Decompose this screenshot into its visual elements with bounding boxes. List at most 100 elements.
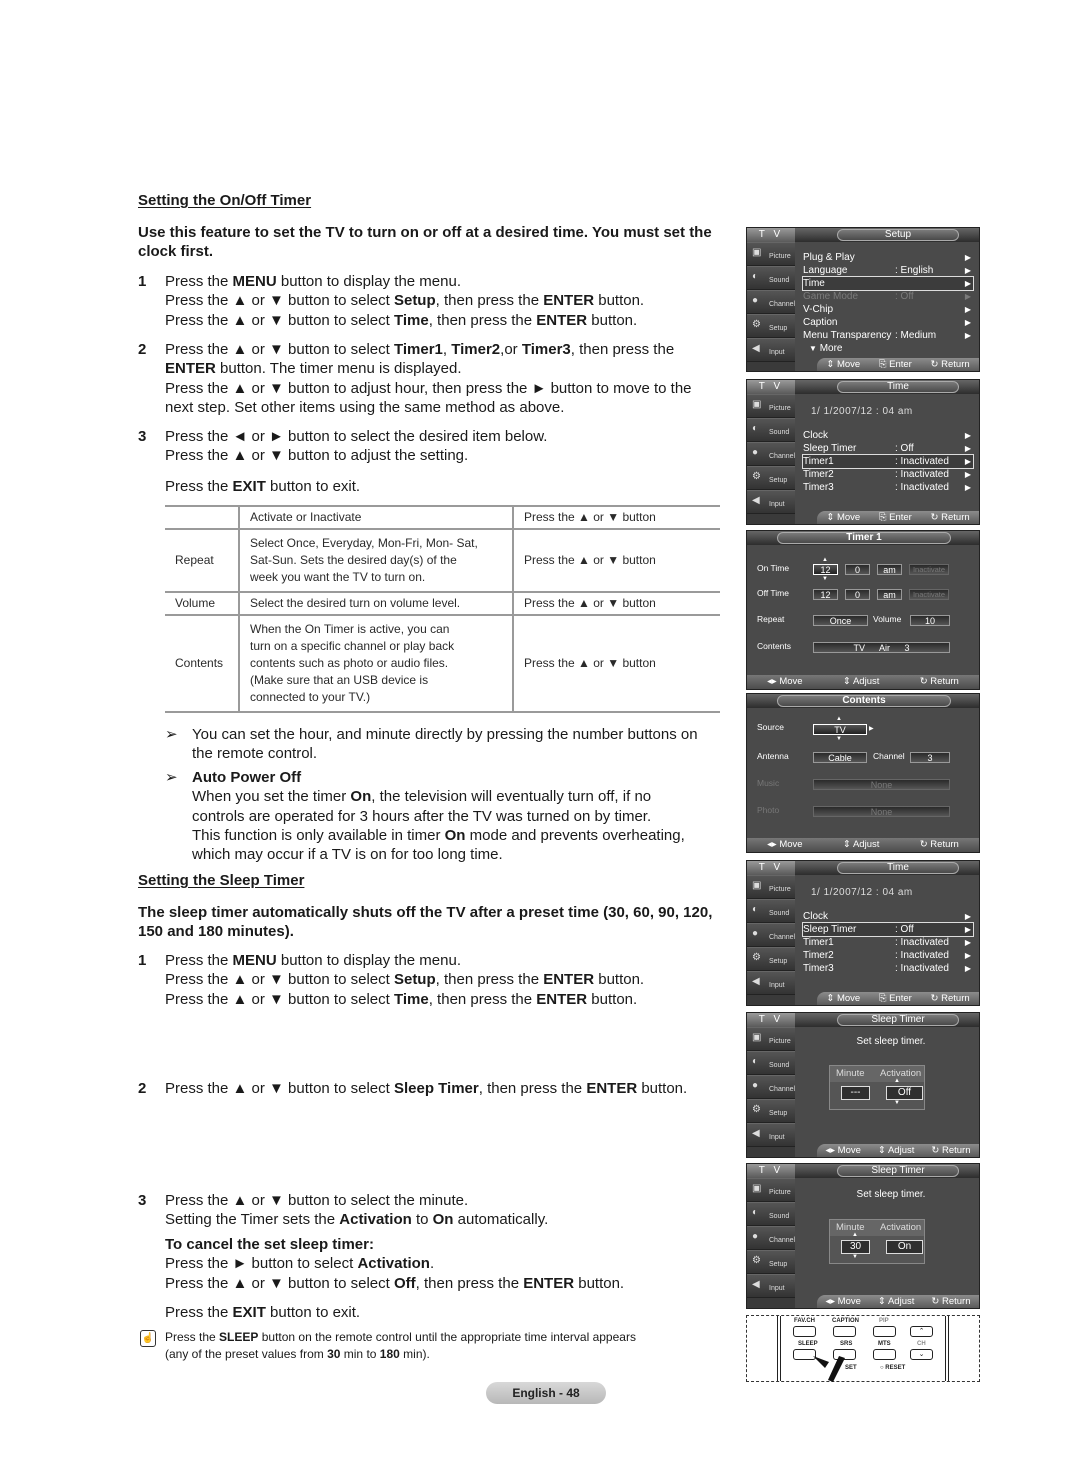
sidebar-item-picture[interactable]: ▣ Picture [747,1027,795,1051]
sidebar-item-sound[interactable]: ◐ Sound [747,266,795,290]
menu-item-clock[interactable]: Clock ▶ [803,429,973,442]
volume-field[interactable]: 10 [910,615,950,626]
off-time-hour[interactable]: 12 [813,589,838,600]
music-field[interactable]: None [813,779,950,790]
leftright-icon: ◂▸ [825,1145,838,1156]
footer-hint-move[interactable]: ⇕ Move [826,511,860,524]
menu-item-sleep-timer[interactable]: Sleep Timer: Off ▶ [802,922,974,937]
chevron-right-icon: ▶ [964,444,971,453]
sidebar-item-channel[interactable]: ● Channel [747,290,795,314]
minute-field[interactable]: --- [841,1086,870,1100]
footer-hint-return[interactable]: ↻ Return [920,838,959,852]
sidebar-label: Setup [769,477,788,484]
sidebar-label: Channel [769,1237,796,1244]
on-time-activation[interactable]: Inactivate [909,564,949,575]
off-time-ampm[interactable]: am [877,589,902,600]
sidebar-item-sound[interactable]: ◐ Sound [747,1051,795,1075]
sidebar-item-channel[interactable]: ● Channel [747,1075,795,1099]
footer-hint-move[interactable]: ⇕ Move [826,992,860,1005]
footer-hint-enter[interactable]: ⎘ Enter [879,511,912,524]
photo-field[interactable]: None [813,806,950,817]
footer-hint-return[interactable]: ↻ Return [931,1144,970,1157]
menu-item-clock[interactable]: Clock ▶ [803,910,973,923]
channel-field[interactable]: 3 [910,752,950,763]
sidebar-item-input[interactable]: ◀ Input [747,490,795,514]
footer-hint-return[interactable]: ↻ Return [931,1295,970,1308]
fav-ch-button[interactable] [793,1326,816,1337]
footer-hint-move[interactable]: ⇕ Move [826,358,860,371]
menu-item-v-chip[interactable]: V-Chip ▶ [803,303,973,316]
sidebar-item-input[interactable]: ◀ Input [747,1274,795,1298]
sidebar-item-input[interactable]: ◀ Input [747,971,795,995]
menu-item-time[interactable]: Time ▶ [802,276,974,291]
footer-hint-return[interactable]: ↻ Return [920,675,959,689]
footer-hint-return[interactable]: ↻ Return [931,358,970,371]
sidebar-item-setup[interactable]: ⚙ Setup [747,314,795,338]
sidebar-item-channel[interactable]: ● Channel [747,1226,795,1250]
menu-more[interactable]: ▼ More [809,342,843,355]
activation-field[interactable]: On [886,1240,923,1254]
menu-item-sleep-timer[interactable]: Sleep Timer: Off ▶ [803,442,973,455]
menu-item-timer2[interactable]: Timer2: Inactivated ▶ [803,468,973,481]
footer-hint-adjust[interactable]: ⇕ Adjust [843,675,879,689]
menu-item-timer1[interactable]: Timer1: Inactivated ▶ [803,936,973,949]
minute-field[interactable]: 30 [841,1240,870,1254]
footer-hint-enter[interactable]: ⎘ Enter [879,992,912,1005]
menu-item-timer2[interactable]: Timer2: Inactivated ▶ [803,949,973,962]
repeat-label: Repeat [757,614,785,624]
off-time-minute[interactable]: 0 [845,589,870,600]
sidebar-item-sound[interactable]: ◐ Sound [747,1202,795,1226]
sidebar-item-channel[interactable]: ● Channel [747,923,795,947]
footer-hint-return[interactable]: ↻ Return [931,992,970,1005]
antenna-field[interactable]: Cable [813,752,867,763]
osd-sidebar: ▣ Picture ◐ Sound ● Channel ⚙ Setup ◀ Input [747,242,795,371]
ch-down-button[interactable]: ⌄ [910,1349,933,1360]
footer-hint-adjust[interactable]: ⇕ Adjust [878,1295,914,1308]
ch-up-button[interactable]: ⌃ [910,1326,933,1337]
menu-item-plug-play[interactable]: Plug & Play ▶ [803,251,973,264]
contents-field[interactable]: TV Air 3 [813,642,950,653]
footer-hint-enter[interactable]: ⎘ Enter [879,358,912,371]
sidebar-item-picture[interactable]: ▣ Picture [747,242,795,266]
sidebar-item-setup[interactable]: ⚙ Setup [747,947,795,971]
footer-hint-adjust[interactable]: ⇕ Adjust [843,838,879,852]
menu-item-menu-transparency[interactable]: Menu Transparency: Medium ▶ [803,329,973,342]
menu-item-language[interactable]: Language: English ▶ [803,264,973,277]
repeat-field[interactable]: Once [813,615,868,626]
channel-icon: ● [752,928,759,939]
on-time-hour[interactable]: 12 [813,564,838,575]
menu-item-timer3[interactable]: Timer3: Inactivated ▶ [803,962,973,975]
sidebar-item-setup[interactable]: ⚙ Setup [747,1099,795,1123]
footer-hint-return[interactable]: ↻ Return [931,511,970,524]
menu-item-timer1[interactable]: Timer1: Inactivated ▶ [802,454,974,469]
sidebar-item-input[interactable]: ◀ Input [747,338,795,362]
osd-title: Time [837,862,959,874]
footer-hint-move[interactable]: ◂▸ Move [767,838,802,852]
footer-hint-move[interactable]: ◂▸ Move [767,675,802,689]
caption-button[interactable] [833,1326,856,1337]
on-time-ampm[interactable]: am [877,564,902,575]
footer-hint-move[interactable]: ◂▸ Move [825,1144,860,1157]
footer-hint-move[interactable]: ◂▸ Move [825,1295,860,1308]
sidebar-item-setup[interactable]: ⚙ Setup [747,466,795,490]
sidebar-item-picture[interactable]: ▣ Picture [747,875,795,899]
source-field[interactable]: TV [813,724,867,735]
menu-item-timer3[interactable]: Timer3: Inactivated ▶ [803,481,973,494]
mts-button[interactable] [873,1349,896,1360]
on-time-minute[interactable]: 0 [845,564,870,575]
osd-title: Sleep Timer [837,1165,959,1177]
activation-field[interactable]: Off [886,1086,923,1100]
off-time-activation[interactable]: Inactivate [909,589,949,600]
sidebar-item-sound[interactable]: ◐ Sound [747,418,795,442]
footer-hint-adjust[interactable]: ⇕ Adjust [878,1144,914,1157]
sidebar-item-channel[interactable]: ● Channel [747,442,795,466]
text-line: Press the EXIT button to exit. [165,1304,361,1321]
menu-item-caption[interactable]: Caption ▶ [803,316,973,329]
sidebar-item-picture[interactable]: ▣ Picture [747,1178,795,1202]
sidebar-item-input[interactable]: ◀ Input [747,1123,795,1147]
menu-item-game-mode[interactable]: Game Mode: Off ▶ [803,290,973,303]
sidebar-item-sound[interactable]: ◐ Sound [747,899,795,923]
pip-button[interactable] [873,1326,896,1337]
sidebar-item-picture[interactable]: ▣ Picture [747,394,795,418]
sidebar-item-setup[interactable]: ⚙ Setup [747,1250,795,1274]
